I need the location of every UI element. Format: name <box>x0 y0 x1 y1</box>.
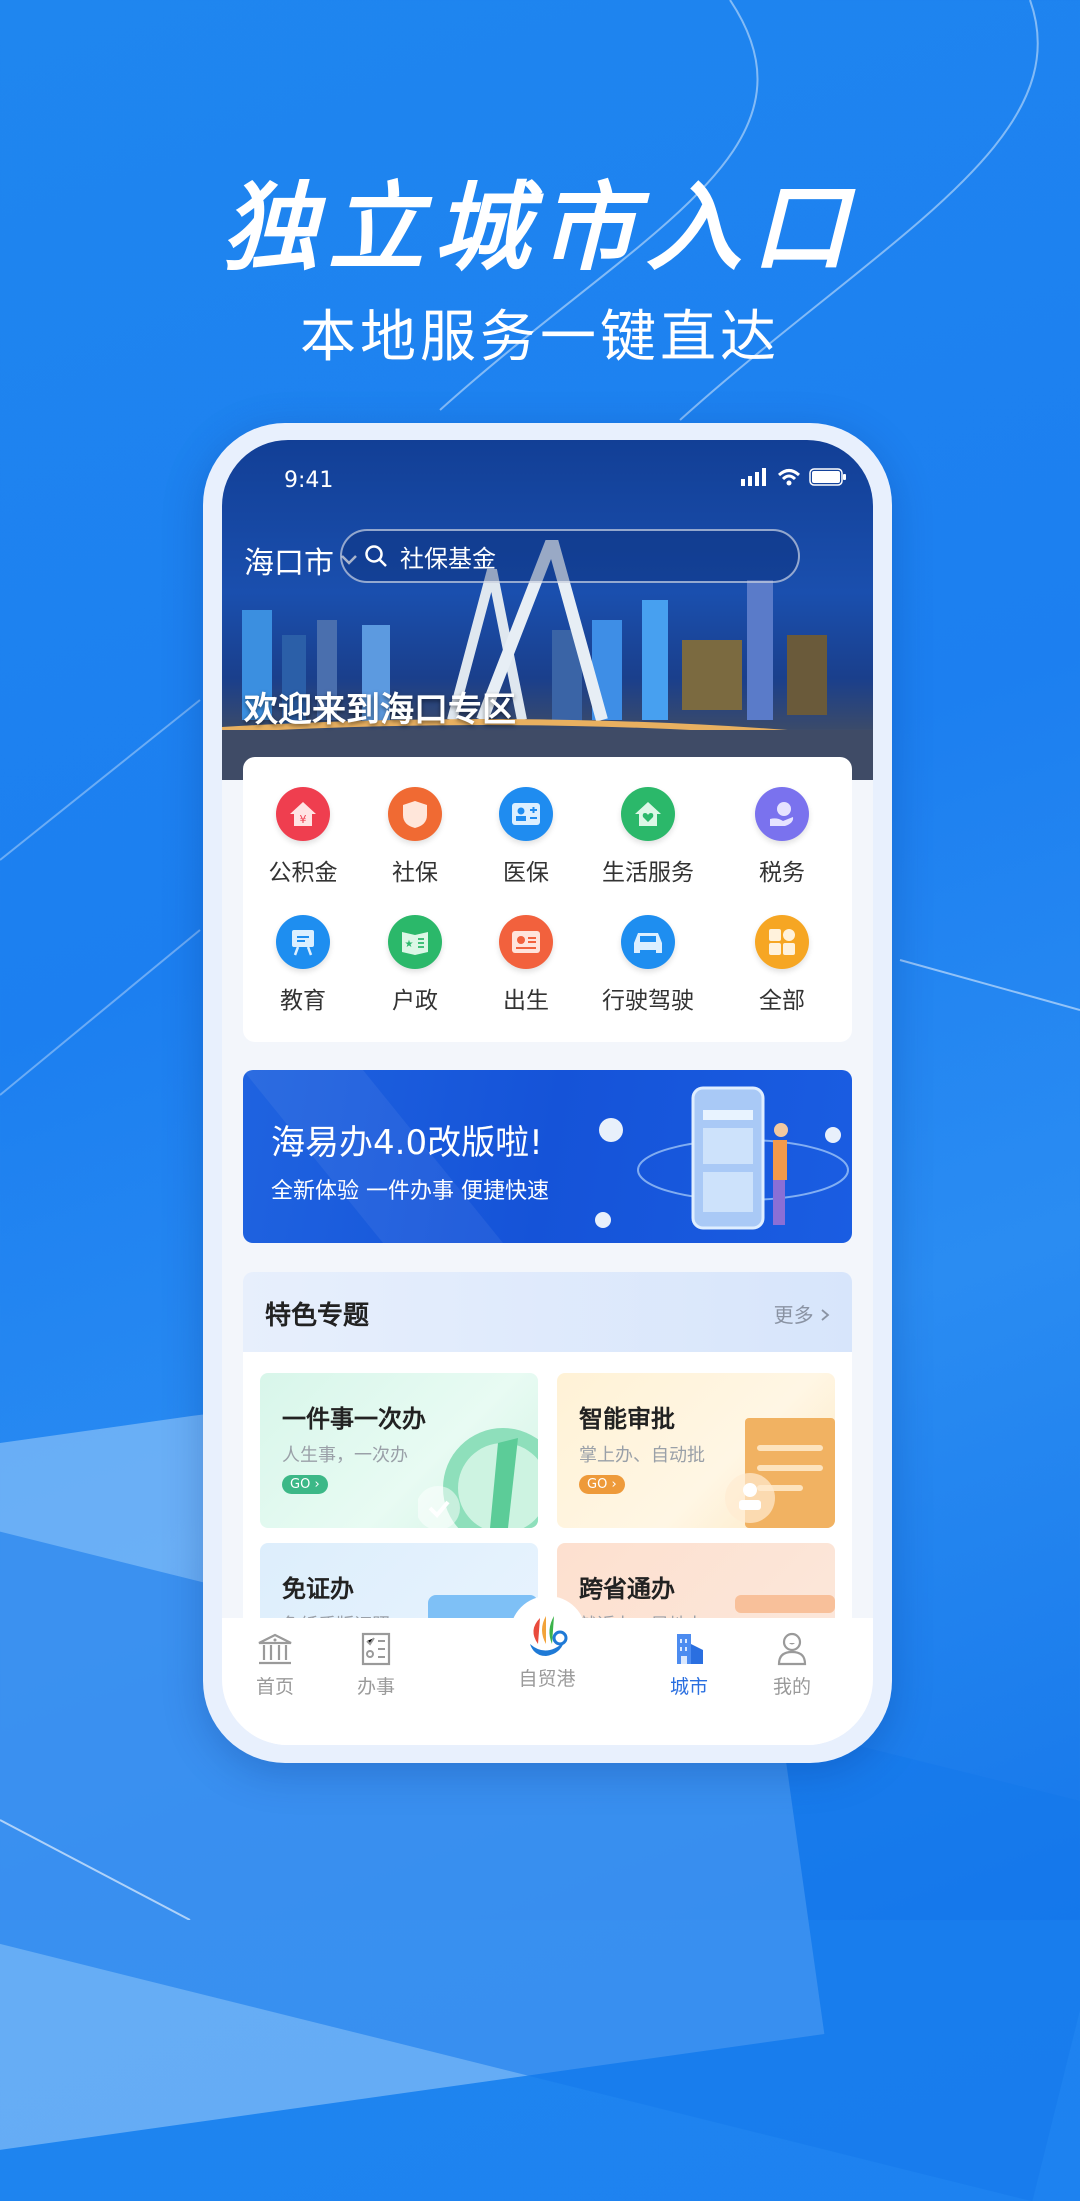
service-household[interactable]: ★ 户政 <box>355 915 475 1015</box>
service-birth[interactable]: 出生 <box>466 915 586 1015</box>
go-button[interactable]: GO › <box>282 1475 328 1494</box>
bottom-tab-bar: 首页 办事 自贸港 城市 我的 <box>222 1596 873 1745</box>
service-tax[interactable]: 税务 <box>722 787 842 887</box>
number-one-icon <box>418 1428 538 1528</box>
go-button[interactable]: GO › <box>579 1475 625 1494</box>
promo-headline: 独立城市入口 <box>222 172 858 284</box>
status-time: 9:41 <box>284 468 334 493</box>
featured-card-smart-approval[interactable]: 智能审批 掌上办、自动批 GO › <box>557 1373 835 1528</box>
housing-fund-icon: ¥ <box>276 787 330 841</box>
svg-text:¥: ¥ <box>300 813 307 826</box>
service-medical-insurance[interactable]: 医保 <box>466 787 586 887</box>
signal-icon <box>741 468 766 486</box>
social-security-icon <box>388 787 442 841</box>
education-icon <box>276 915 330 969</box>
tab-free-trade-port[interactable]: 自贸港 <box>497 1612 597 1691</box>
city-hero-banner: 9:41 海口市 社保基金 欢迎来到海口专区 <box>222 440 873 780</box>
tab-tasks[interactable]: 办事 <box>326 1632 426 1699</box>
tab-profile[interactable]: 我的 <box>742 1632 842 1699</box>
service-housing-fund[interactable]: ¥ 公积金 <box>243 787 363 887</box>
promo-banner[interactable]: 海易办4.0改版啦! 全新体验 一件办事 便捷快速 <box>243 1070 852 1243</box>
status-icons <box>741 468 847 486</box>
battery-icon <box>809 468 846 486</box>
welcome-text: 欢迎来到海口专区 <box>244 690 516 730</box>
birth-icon <box>499 915 553 969</box>
profile-icon <box>777 1632 807 1666</box>
search-icon <box>365 545 387 567</box>
city-icon <box>677 1634 703 1664</box>
service-education[interactable]: 教育 <box>243 915 363 1015</box>
featured-title: 特色专题 <box>265 1301 370 1331</box>
document-approval-icon <box>725 1418 835 1528</box>
phone-frame: 9:41 海口市 社保基金 欢迎来到海口专区 ¥ 公积金 社保 医保 生活服务 … <box>203 423 892 1763</box>
medical-insurance-icon <box>499 787 553 841</box>
featured-more-link[interactable]: 更多 <box>774 1299 830 1328</box>
tasks-icon <box>361 1632 391 1666</box>
service-all[interactable]: 全部 <box>722 915 842 1015</box>
free-trade-port-logo-icon <box>530 1616 568 1656</box>
search-placeholder: 社保基金 <box>400 544 496 573</box>
life-service-icon <box>621 787 675 841</box>
svg-text:★: ★ <box>405 939 414 950</box>
all-apps-icon <box>755 915 809 969</box>
promo-subline: 本地服务一键直达 <box>300 305 780 370</box>
car-icon <box>621 915 675 969</box>
household-icon: ★ <box>388 915 442 969</box>
service-driving[interactable]: 行驶驾驶 <box>588 915 708 1015</box>
service-social-security[interactable]: 社保 <box>355 787 475 887</box>
tab-home[interactable]: 首页 <box>225 1632 325 1699</box>
banner-title: 海易办4.0改版啦! <box>271 1123 543 1163</box>
service-grid: ¥ 公积金 社保 医保 生活服务 税务 教育 ★ 户政 出生 行驶驾驶 全部 <box>243 757 852 1042</box>
chevron-right-icon <box>821 1309 830 1321</box>
banner-subtitle: 全新体验 一件办事 便捷快速 <box>271 1179 549 1204</box>
phone-screen: 9:41 海口市 社保基金 欢迎来到海口专区 ¥ 公积金 社保 医保 生活服务 … <box>222 440 873 1745</box>
tax-icon <box>755 787 809 841</box>
search-input[interactable]: 社保基金 <box>340 529 800 583</box>
featured-card-one-thing[interactable]: 一件事一次办 人生事，一次办 GO › <box>260 1373 538 1528</box>
city-name: 海口市 <box>244 546 334 581</box>
home-icon <box>258 1633 292 1665</box>
featured-section-header: 特色专题 更多 <box>243 1272 852 1352</box>
wifi-icon <box>777 469 801 486</box>
tab-city[interactable]: 城市 <box>639 1632 739 1699</box>
service-life-service[interactable]: 生活服务 <box>588 787 708 887</box>
